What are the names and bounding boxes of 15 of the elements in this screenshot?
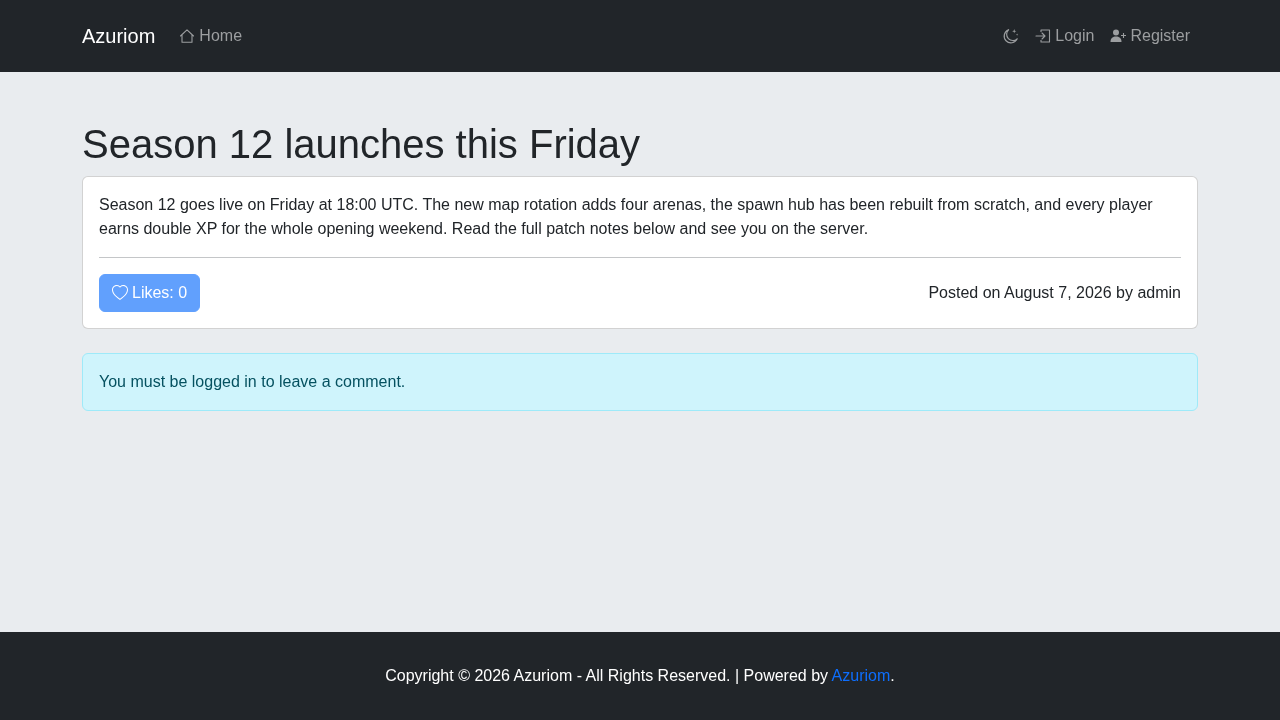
footer-link[interactable]: Azuriom — [831, 667, 891, 684]
post-title: Season 12 launches this Friday — [82, 121, 642, 168]
copyright-text: Copyright © 2026 Azuriom - All Rights Reserved. | Powered by Azuriom. — [385, 666, 895, 686]
home-link[interactable]: Home — [171, 19, 251, 53]
brand-link[interactable]: Azuriom — [82, 24, 156, 48]
register-link[interactable]: Register — [1102, 19, 1198, 53]
login-link[interactable]: Login — [1027, 19, 1103, 53]
post-meta: Posted on August 7, 2026 by admin — [928, 283, 1181, 303]
heart-icon — [112, 285, 128, 301]
person-plus-icon — [1110, 28, 1127, 44]
moon-stars-icon — [1002, 27, 1020, 45]
house-icon — [179, 28, 196, 44]
post-body: Season 12 goes live on Friday at 18:00 UTC. The new map rotation adds four arenas, the spawn hub has been rebuilt from scratch, and every player earns double XP for the whole opening weekend. Read the full patch notes below and see you on the server. — [99, 195, 1154, 239]
alert-message: You must be logged in to leave a comment. — [99, 373, 406, 390]
sign-in-icon — [1035, 28, 1052, 44]
